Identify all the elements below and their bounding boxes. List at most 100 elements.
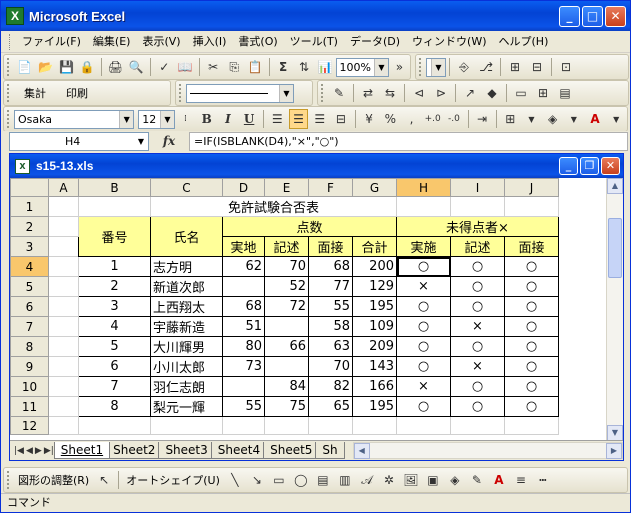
header-total[interactable]: 合計 bbox=[352, 236, 397, 257]
align-left-icon[interactable]: ☰ bbox=[268, 109, 287, 129]
col-header-b[interactable]: B bbox=[78, 178, 151, 197]
menu-tools[interactable]: ツール(T) bbox=[284, 33, 344, 51]
summary-button[interactable]: 集計 bbox=[14, 85, 56, 101]
formula-input[interactable]: =IF(ISBLANK(D4),"×","○") bbox=[189, 131, 628, 151]
header-interview[interactable]: 面接 bbox=[308, 236, 353, 257]
cell-u-practical[interactable]: ○ bbox=[396, 336, 451, 357]
dash-style-icon[interactable]: ┅ bbox=[533, 470, 553, 490]
vertical-scrollbar[interactable]: ▲ ▼ bbox=[606, 178, 623, 441]
sort-icon[interactable]: ⇅ bbox=[295, 57, 314, 77]
toolbar-grip[interactable] bbox=[321, 84, 324, 102]
shape-icon-7[interactable]: ◆ bbox=[482, 83, 502, 103]
header-u-interview[interactable]: 面接 bbox=[504, 236, 559, 257]
chevron-down-icon[interactable]: ▼ bbox=[607, 109, 626, 129]
percent-button[interactable]: % bbox=[381, 109, 400, 129]
toolbar-grip[interactable] bbox=[7, 58, 10, 76]
row-header[interactable]: 7 bbox=[10, 316, 49, 337]
col-header-j[interactable]: J bbox=[504, 178, 559, 197]
cell-name[interactable]: 小川太郎 bbox=[150, 356, 223, 377]
header-score[interactable]: 点数 bbox=[222, 216, 397, 237]
cell-u-interview[interactable]: ○ bbox=[504, 276, 559, 297]
review-icon-3[interactable]: ⊞ bbox=[505, 57, 525, 77]
cell[interactable] bbox=[48, 236, 79, 257]
cell-name[interactable]: 大川輝男 bbox=[150, 336, 223, 357]
cell-u-written[interactable]: ○ bbox=[450, 276, 505, 297]
chevron-down-icon[interactable]: ▼ bbox=[564, 109, 583, 129]
cell-u-interview[interactable]: ○ bbox=[504, 376, 559, 397]
cell-u-interview[interactable]: ○ bbox=[504, 356, 559, 377]
cell-u-practical[interactable]: × bbox=[396, 376, 451, 397]
maximize-button[interactable]: □ bbox=[582, 6, 603, 27]
scroll-left-icon[interactable]: ◀ bbox=[353, 442, 370, 459]
line-color-icon[interactable]: ✎ bbox=[467, 470, 487, 490]
cell-practical[interactable]: 55 bbox=[222, 396, 265, 417]
cell-total[interactable]: 129 bbox=[352, 276, 397, 297]
cell-interview[interactable]: 65 bbox=[308, 396, 353, 417]
permission-icon[interactable]: 🔒 bbox=[78, 57, 97, 77]
insert-function-icon[interactable]: fx bbox=[149, 134, 189, 148]
menu-edit[interactable]: 編集(E) bbox=[87, 33, 137, 51]
cell-practical[interactable]: 80 bbox=[222, 336, 265, 357]
col-header-g[interactable]: G bbox=[352, 178, 397, 197]
header-name[interactable]: 氏名 bbox=[150, 216, 223, 257]
arrow-icon[interactable]: ↘ bbox=[247, 470, 267, 490]
name-box[interactable]: H4 ▼ bbox=[9, 131, 149, 151]
cell-practical[interactable]: 62 bbox=[222, 256, 265, 277]
cell[interactable] bbox=[48, 216, 79, 237]
cell-total[interactable]: 195 bbox=[352, 396, 397, 417]
header-u-written[interactable]: 記述 bbox=[450, 236, 505, 257]
next-sheet-icon[interactable]: ▶ bbox=[35, 446, 42, 456]
menu-window[interactable]: ウィンドウ(W) bbox=[406, 33, 492, 51]
cell-number[interactable]: 1 bbox=[78, 256, 151, 277]
col-header-d[interactable]: D bbox=[222, 178, 265, 197]
font-name-select[interactable]: Osaka ▼ bbox=[13, 109, 135, 129]
row-header[interactable]: 1 bbox=[10, 196, 49, 217]
cell-total[interactable]: 166 bbox=[352, 376, 397, 397]
spelling-icon[interactable]: ✓ bbox=[155, 57, 174, 77]
header-written[interactable]: 記述 bbox=[264, 236, 309, 257]
wb-restore-button[interactable]: ❐ bbox=[580, 157, 599, 175]
select-objects-icon[interactable]: ↖ bbox=[94, 470, 114, 490]
first-sheet-icon[interactable]: |◀ bbox=[14, 446, 24, 456]
shape-icon-1[interactable]: ✎ bbox=[329, 83, 349, 103]
cell-total[interactable]: 195 bbox=[352, 296, 397, 317]
cell[interactable] bbox=[396, 416, 451, 435]
cell-name[interactable]: 新道次郎 bbox=[150, 276, 223, 297]
cell[interactable] bbox=[352, 416, 397, 435]
col-header-f[interactable]: F bbox=[308, 178, 353, 197]
row-header[interactable]: 3 bbox=[10, 236, 49, 257]
cell-practical[interactable] bbox=[222, 376, 265, 397]
toolbar-grip[interactable] bbox=[7, 471, 10, 489]
row-header[interactable]: 12 bbox=[10, 416, 49, 435]
tab-sheet2[interactable]: Sheet2 bbox=[106, 442, 163, 459]
toolbar-grip[interactable] bbox=[7, 110, 10, 128]
cell[interactable] bbox=[264, 416, 309, 435]
toolbar-grip[interactable] bbox=[179, 84, 182, 102]
row-header[interactable]: 6 bbox=[10, 296, 49, 317]
autoshapes-menu[interactable]: オートシェイプ(U) bbox=[122, 472, 224, 488]
cell[interactable] bbox=[308, 416, 353, 435]
cell[interactable] bbox=[48, 316, 79, 337]
cell-total[interactable]: 200 bbox=[352, 256, 397, 277]
toolbar-options-icon[interactable]: ⁞ bbox=[176, 109, 195, 129]
cell[interactable] bbox=[396, 196, 451, 217]
sheet-title-cell[interactable]: 免許試験合否表 bbox=[150, 196, 397, 217]
cell-u-practical[interactable]: ○ bbox=[396, 256, 451, 277]
cell-u-practical[interactable]: ○ bbox=[396, 356, 451, 377]
cell-u-interview[interactable]: ○ bbox=[504, 336, 559, 357]
cell-number[interactable]: 4 bbox=[78, 316, 151, 337]
col-header-c[interactable]: C bbox=[150, 178, 223, 197]
cell-u-written[interactable]: × bbox=[450, 316, 505, 337]
cell-number[interactable]: 3 bbox=[78, 296, 151, 317]
scroll-up-icon[interactable]: ▲ bbox=[607, 178, 623, 194]
borders-icon[interactable]: ⊞ bbox=[501, 109, 520, 129]
cell-u-written[interactable]: × bbox=[450, 356, 505, 377]
align-right-icon[interactable]: ☰ bbox=[310, 109, 329, 129]
italic-button[interactable]: I bbox=[218, 109, 237, 129]
wordart-icon[interactable]: 𝒜 bbox=[357, 470, 377, 490]
toolbar-grip[interactable] bbox=[7, 84, 10, 102]
cell[interactable] bbox=[48, 256, 79, 277]
cell[interactable] bbox=[48, 276, 79, 297]
comma-button[interactable]: , bbox=[402, 109, 421, 129]
cell-practical[interactable] bbox=[222, 276, 265, 297]
